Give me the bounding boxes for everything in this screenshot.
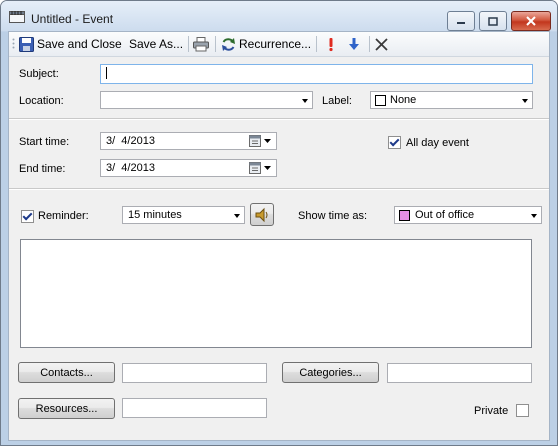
subject-input[interactable]	[100, 64, 533, 84]
section-divider	[9, 188, 549, 190]
categories-field[interactable]	[387, 363, 532, 383]
categories-button[interactable]: Categories...	[282, 362, 379, 383]
label-value: None	[390, 94, 417, 106]
status-color-swatch	[399, 210, 410, 221]
speaker-icon	[255, 207, 268, 222]
window-title: Untitled - Event	[31, 12, 114, 26]
location-label: Location:	[19, 95, 64, 107]
low-importance-button[interactable]	[349, 36, 359, 52]
title-bar[interactable]: Untitled - Event	[1, 1, 557, 31]
show-time-as-label: Show time as:	[298, 210, 368, 222]
private-label: Private	[474, 405, 509, 417]
chevron-down-icon	[531, 214, 537, 218]
save-as-label: Save As...	[129, 37, 184, 51]
event-form: Save and Close Save As... Recurrence... …	[8, 31, 550, 441]
location-combobox[interactable]	[100, 91, 313, 109]
toolbar-separator	[188, 36, 189, 52]
resources-field[interactable]	[122, 398, 267, 418]
notes-textarea[interactable]	[20, 239, 532, 348]
chevron-down-icon	[522, 99, 528, 103]
minimize-button[interactable]	[447, 11, 475, 31]
calendar-dropdown-icon[interactable]	[249, 162, 273, 174]
save-and-close-button[interactable]: Save and Close	[19, 36, 122, 52]
recurrence-button[interactable]: Recurrence...	[221, 36, 311, 52]
minimize-icon	[457, 22, 465, 24]
chevron-down-icon	[234, 214, 240, 218]
contacts-button[interactable]: Contacts...	[18, 362, 115, 383]
section-divider	[9, 118, 549, 120]
contacts-field[interactable]	[122, 363, 267, 383]
printer-icon	[193, 36, 209, 51]
start-date-picker[interactable]: 3/ 4/2013	[100, 132, 277, 150]
reminder-label: Reminder:	[38, 210, 89, 222]
calendar-app-icon	[9, 11, 25, 23]
delete-x-icon	[375, 37, 388, 51]
toolbar: Save and Close Save As... Recurrence...	[9, 32, 549, 57]
text-caret	[106, 67, 107, 79]
private-checkbox[interactable]	[516, 404, 529, 417]
reminder-time-value: 15 minutes	[128, 209, 182, 221]
toolbar-grip	[12, 38, 15, 49]
event-window: Untitled - Event Save and Close Save As.…	[0, 0, 558, 446]
reminder-checkbox[interactable]	[21, 210, 34, 223]
categories-button-label: Categories...	[299, 366, 362, 379]
close-window-button[interactable]	[511, 11, 551, 31]
print-button[interactable]	[193, 36, 209, 52]
all-day-event-checkbox[interactable]	[388, 136, 401, 149]
end-date-value: 3/ 4/2013	[106, 162, 155, 174]
reminder-sound-button[interactable]	[250, 203, 274, 226]
chevron-down-icon	[302, 99, 308, 103]
toolbar-separator	[215, 36, 216, 52]
label-label: Label:	[322, 95, 352, 107]
resources-button-label: Resources...	[35, 402, 98, 415]
show-time-as-value: Out of office	[415, 209, 475, 221]
calendar-dropdown-icon[interactable]	[249, 135, 273, 147]
contacts-button-label: Contacts...	[40, 366, 93, 379]
recurrence-icon	[222, 37, 235, 51]
high-importance-button[interactable]	[327, 36, 335, 52]
down-arrow-icon	[349, 37, 359, 50]
maximize-button[interactable]	[479, 11, 507, 31]
show-time-as-dropdown[interactable]: Out of office	[394, 206, 542, 224]
end-time-label: End time:	[19, 163, 66, 175]
toolbar-separator	[316, 36, 317, 52]
start-time-label: Start time:	[19, 136, 70, 148]
resources-button[interactable]: Resources...	[18, 398, 115, 419]
save-and-close-label: Save and Close	[37, 37, 122, 51]
recurrence-label: Recurrence...	[239, 37, 312, 51]
subject-label: Subject:	[19, 68, 59, 80]
save-as-button[interactable]: Save As...	[129, 36, 183, 52]
label-dropdown[interactable]: None	[370, 91, 533, 109]
close-icon	[526, 16, 536, 26]
start-date-value: 3/ 4/2013	[106, 135, 155, 147]
all-day-event-label: All day event	[406, 137, 469, 149]
reminder-time-dropdown[interactable]: 15 minutes	[122, 206, 245, 224]
exclamation-icon	[329, 37, 333, 51]
toolbar-separator	[369, 36, 370, 52]
delete-button[interactable]	[375, 36, 388, 52]
end-date-picker[interactable]: 3/ 4/2013	[100, 159, 277, 177]
maximize-icon	[488, 16, 498, 26]
label-color-swatch	[375, 95, 386, 106]
save-disk-icon	[19, 36, 34, 52]
